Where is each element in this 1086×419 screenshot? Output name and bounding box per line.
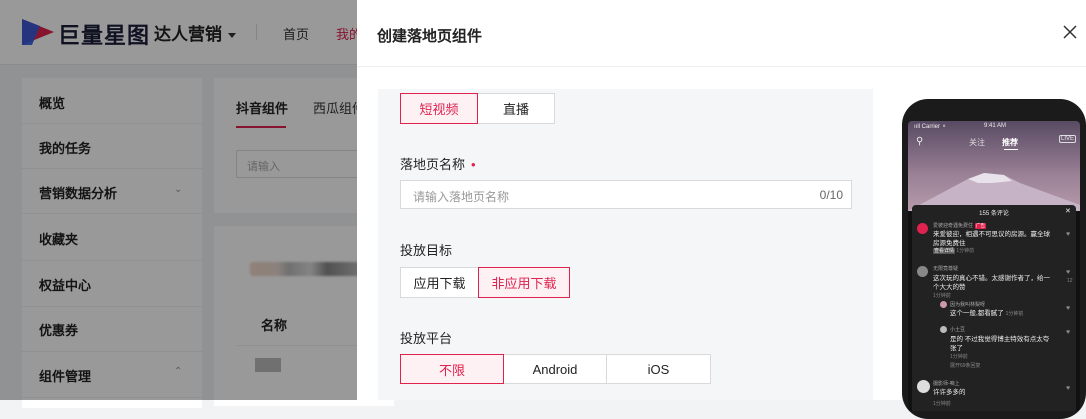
comment-body: 这个一般,都看腻了 <box>950 310 1004 317</box>
comments-title: 155 条评论 <box>979 211 1009 217</box>
comment-time: 1分钟前 <box>950 354 968 360</box>
user-avatar <box>917 266 928 277</box>
author-name: 爱彼迎奇遇免费住 <box>933 223 974 229</box>
comment-text: 这次玩的真心不错。太感谢作者了，给一个大大的赞 <box>933 275 1050 291</box>
user-avatar <box>940 301 947 308</box>
airbnb-avatar <box>917 223 928 234</box>
expand-replies: 展开69条回复 <box>950 363 981 369</box>
comment-time: 1分钟前 <box>1005 311 1024 317</box>
heart-icon: ♥ <box>1066 269 1071 276</box>
phone-tab-recommended: 推荐 <box>1002 138 1018 147</box>
search-icon: ⚲ <box>916 136 924 147</box>
landing-page-name-input[interactable]: 请输入落地页名称 0/10 <box>400 180 852 209</box>
create-landing-page-drawer: 创建落地页组件 短视频 直播 落地页名称 • 请输入落地页名称 0/10 投放目标… <box>357 0 1086 419</box>
heart-icon: ♥ <box>1066 305 1071 312</box>
comment-text: 来爱彼迎，相遇不可思议的房源。赢全球房源免费住 <box>933 231 1050 247</box>
platform-android-option[interactable]: Android <box>503 354 607 384</box>
like-count: 12 <box>1067 278 1073 284</box>
goal-toggle: 应用下载 非应用下载 <box>400 267 570 298</box>
comment-author: 小土豆 <box>950 327 966 333</box>
user-avatar <box>917 380 930 393</box>
comment-author: 爱彼迎奇遇免费住 广告 <box>933 222 987 229</box>
comment-time: 1分钟前 <box>933 401 951 407</box>
required-mark: • <box>471 157 476 172</box>
short-video-option[interactable]: 短视频 <box>400 93 478 124</box>
comment-author: 摄影师-咱上 <box>933 381 960 387</box>
heart-icon: ♥ <box>1066 385 1071 392</box>
character-counter: 0/10 <box>819 188 843 202</box>
input-placeholder: 请输入落地页名称 <box>413 190 510 204</box>
video-type-toggle: 短视频 直播 <box>400 93 555 124</box>
status-time: 9:41 AM <box>984 123 1007 129</box>
phone-tab-following: 关注 <box>969 138 985 147</box>
comments-sheet: 155 条评论 ✕ 爱彼迎奇遇免费住 广告 来爱彼迎，相遇不可思议的房源。赢全球房… <box>912 205 1076 411</box>
comment-author: 无限竟尊疑 <box>933 266 959 272</box>
live-option[interactable]: 直播 <box>477 93 555 124</box>
close-icon: ✕ <box>1065 208 1071 215</box>
heart-icon: ♥ <box>1066 329 1071 336</box>
live-badge: LIVE <box>1059 135 1077 143</box>
drawer-title: 创建落地页组件 <box>377 28 483 45</box>
goal-label: 投放目标 <box>400 243 453 258</box>
comment-text: 这个一般,都看腻了 1分钟前 <box>950 309 1050 319</box>
comment-meta: 查看详情 1分钟前 <box>933 247 974 254</box>
comment-author: 因为我叫林梨呀 <box>950 302 986 308</box>
app-download-option[interactable]: 应用下载 <box>400 267 479 298</box>
drawer-header-divider <box>357 66 1086 67</box>
comment-text: 是的 不过我觉得博主特效有点太夸张了 <box>950 336 1050 352</box>
status-carrier: ııll Carrier ⚬ <box>914 124 947 130</box>
comment-time: 1分钟前 <box>956 248 975 254</box>
platform-label: 投放平台 <box>400 331 453 346</box>
platform-ios-option[interactable]: iOS <box>606 354 711 384</box>
platform-toggle: 不限 Android iOS <box>400 354 711 384</box>
heart-icon: ♥ <box>1066 231 1071 238</box>
comment-text: 许许多多的 <box>933 389 966 396</box>
close-icon[interactable] <box>1061 23 1079 41</box>
ad-tag: 广告 <box>975 223 987 229</box>
detail-link: 查看详情 <box>933 248 956 254</box>
phone-tab-indicator <box>1004 149 1018 150</box>
user-avatar <box>940 326 947 333</box>
non-app-download-option[interactable]: 非应用下载 <box>478 267 570 298</box>
field-label-text: 落地页名称 <box>400 157 466 172</box>
platform-any-option[interactable]: 不限 <box>400 354 504 384</box>
comment-time: 1分钟前 <box>933 293 951 299</box>
phone-preview-screen: ııll Carrier ⚬ 9:41 AM ⚲ 关注 推荐 LIVE 155 … <box>908 121 1080 411</box>
landing-page-name-label: 落地页名称 • <box>400 154 476 173</box>
